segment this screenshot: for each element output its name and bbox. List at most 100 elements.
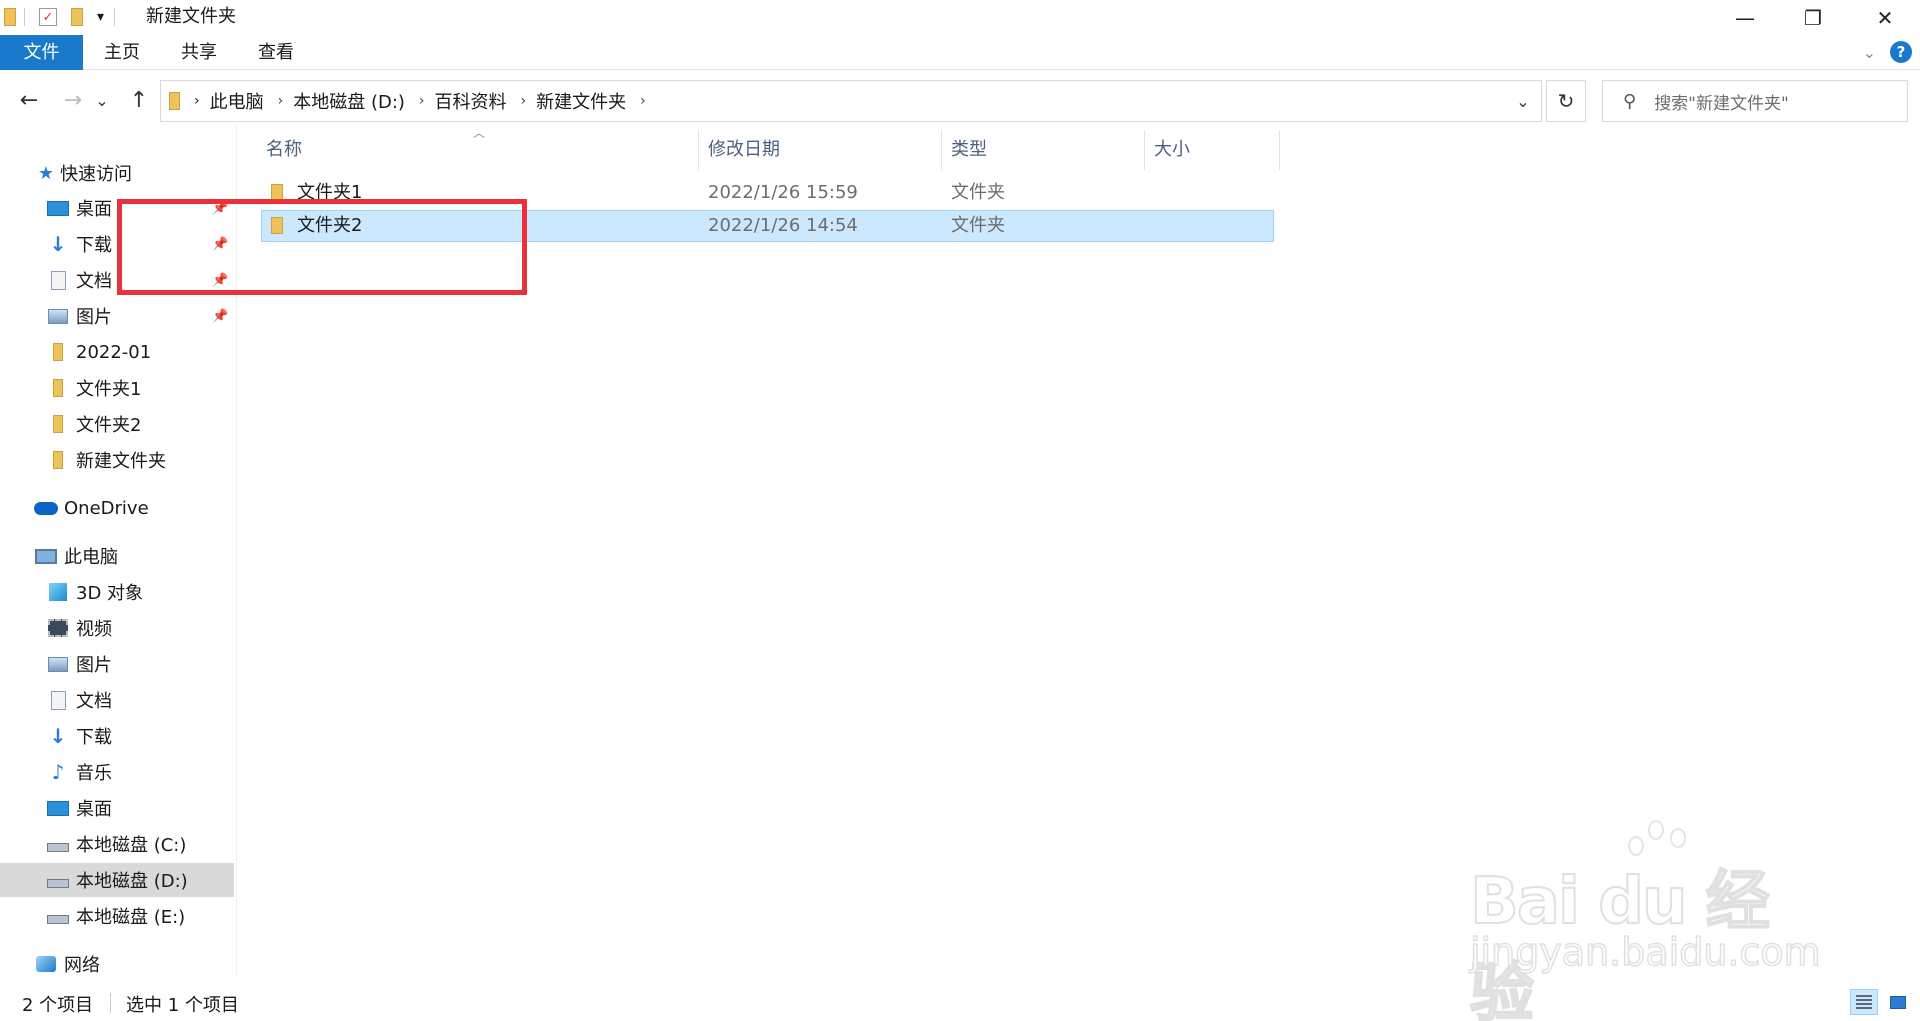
sidebar-item-label: 网络 [64,955,100,976]
minimize-button[interactable]: — [1710,0,1780,35]
film-icon [46,617,70,639]
breadcrumb-baike[interactable]: 百科资料 › [435,88,527,114]
column-divider[interactable] [941,130,942,170]
tab-file[interactable]: 文件 [0,35,83,70]
document-icon [46,269,70,291]
baidu-jingyan-watermark: Bai du 经验 jingyan.baidu.com [1469,818,1821,1021]
address-dropdown-icon[interactable]: ⌄ [1505,81,1541,121]
breadcrumb-chevron-icon[interactable]: › [278,93,284,109]
column-header-name[interactable]: 名称 [266,130,692,170]
sidebar-item-label: 下载 [76,235,112,256]
window-title: 新建文件夹 [146,6,236,27]
column-divider[interactable] [1279,130,1280,170]
sidebar-item-pictures-pc[interactable]: 图片 [0,647,236,681]
ribbon-controls: ⌄ ? [1863,41,1912,63]
cloud-icon [34,497,58,519]
title-bar: ✓ ▾ 新建文件夹 — ❐ ✕ [0,0,1920,35]
sidebar-item-label: 2022-01 [76,341,152,363]
column-header-size[interactable]: 大小 [1154,130,1274,170]
pin-icon[interactable]: 📌 [212,309,228,324]
sidebar-item-label: 桌面 [76,799,112,820]
breadcrumb-drive-d[interactable]: 本地磁盘 (D:) › [293,88,424,114]
sidebar-item-folder2[interactable]: 文件夹2 [0,407,236,441]
folder-icon [46,377,70,399]
folder-icon [46,449,70,471]
sidebar-item-downloads-pc[interactable]: ↓ 下载 [0,719,236,753]
breadcrumb-chevron-icon[interactable]: › [194,93,200,109]
network-icon [34,953,58,975]
desktop-icon [46,797,70,819]
details-view-icon[interactable] [1850,989,1878,1015]
file-type: 文件夹 [951,215,1005,236]
quick-access-toolbar: ✓ ▾ [4,6,116,28]
sidebar-item-label: 快速访问 [60,164,132,185]
expand-ribbon-icon[interactable]: ⌄ [1863,43,1876,62]
sidebar-item-label: 图片 [76,655,112,676]
search-icon: ⚲ [1623,90,1637,112]
breadcrumb-chevron-icon[interactable]: › [419,93,425,109]
forward-button[interactable]: → [56,78,90,122]
recent-locations-button[interactable]: ⌄ [92,78,112,122]
properties-icon[interactable]: ✓ [39,8,57,26]
tab-share[interactable]: 共享 [168,35,230,70]
column-divider[interactable] [698,130,699,170]
new-folder-icon[interactable] [71,8,83,26]
breadcrumb-label: 新建文件夹 [536,92,627,113]
sidebar-item-label: 文件夹1 [76,379,142,400]
help-button[interactable]: ? [1890,41,1912,63]
sidebar-item-2022-01[interactable]: 2022-01 [0,335,236,369]
sidebar-item-onedrive[interactable]: OneDrive [0,491,236,525]
drive-icon [46,869,70,891]
sidebar-item-music[interactable]: ♪ 音乐 [0,755,236,789]
navigation-bar: ← → ⌄ ↑ › 此电脑 › 本地磁盘 (D:) › 百科资料 › 新建文件夹 › ⌄… [0,78,1920,124]
file-modified-date: 2022/1/26 14:54 [708,215,858,236]
back-button[interactable]: ← [12,78,46,122]
sidebar-item-new-folder[interactable]: 新建文件夹 [0,443,236,477]
maximize-button[interactable]: ❐ [1778,0,1848,35]
column-divider[interactable] [1144,130,1145,170]
sidebar-item-label: 视频 [76,619,112,640]
breadcrumb-chevron-icon[interactable]: › [521,93,527,109]
search-box[interactable]: ⚲ 搜索"新建文件夹" [1602,80,1908,122]
drive-icon [46,905,70,927]
separator [114,8,116,26]
breadcrumb-this-pc[interactable]: 此电脑 › [210,88,284,114]
file-modified-date: 2022/1/26 15:59 [708,182,858,203]
status-bar: 2 个项目 选中 1 个项目 [0,985,1920,1021]
sidebar-item-desktop-pc[interactable]: 桌面 [0,791,236,825]
sidebar-item-3d-objects[interactable]: 3D 对象 [0,575,236,609]
sidebar-item-folder1[interactable]: 文件夹1 [0,371,236,405]
sidebar-item-quick-access[interactable]: ★ 快速访问 [0,156,236,190]
customize-toolbar-dropdown[interactable]: ▾ [97,9,104,25]
up-button[interactable]: ↑ [122,78,156,122]
star-icon: ★ [37,162,55,184]
computer-icon [34,545,58,567]
sidebar-item-pictures[interactable]: 图片 📌 [0,299,236,333]
breadcrumb-chevron-icon[interactable]: › [640,93,646,109]
sidebar-item-label: 文件夹2 [76,415,142,436]
sidebar-item-label: 文档 [76,271,112,292]
sidebar-item-drive-c[interactable]: 本地磁盘 (C:) [0,827,236,861]
column-header-type[interactable]: 类型 [951,130,1139,170]
column-header-date[interactable]: 修改日期 [708,130,938,170]
sidebar-item-drive-d[interactable]: 本地磁盘 (D:) [0,863,234,897]
separator [24,8,25,26]
sidebar-item-videos[interactable]: 视频 [0,611,236,645]
tab-view[interactable]: 查看 [245,35,307,70]
tab-home[interactable]: 主页 [91,35,153,70]
close-button[interactable]: ✕ [1850,0,1920,35]
refresh-button[interactable]: ↻ [1546,80,1586,122]
sidebar-item-label: 下载 [76,727,112,748]
sidebar-item-this-pc[interactable]: 此电脑 [0,539,236,573]
large-icons-view-icon[interactable] [1884,989,1912,1015]
sidebar-item-network[interactable]: 网络 [0,947,236,981]
desktop-icon [46,197,70,219]
sidebar-item-documents-pc[interactable]: 文档 [0,683,236,717]
system-drive-icon [46,833,70,855]
breadcrumb-label: 本地磁盘 (D:) [293,92,405,113]
sidebar-item-drive-e[interactable]: 本地磁盘 (E:) [0,899,236,933]
breadcrumb-new-folder[interactable]: 新建文件夹 › [536,88,646,114]
sidebar-item-label: 音乐 [76,763,112,784]
address-bar[interactable]: › 此电脑 › 本地磁盘 (D:) › 百科资料 › 新建文件夹 › ⌄ [160,80,1542,122]
download-arrow-icon: ↓ [49,724,67,748]
